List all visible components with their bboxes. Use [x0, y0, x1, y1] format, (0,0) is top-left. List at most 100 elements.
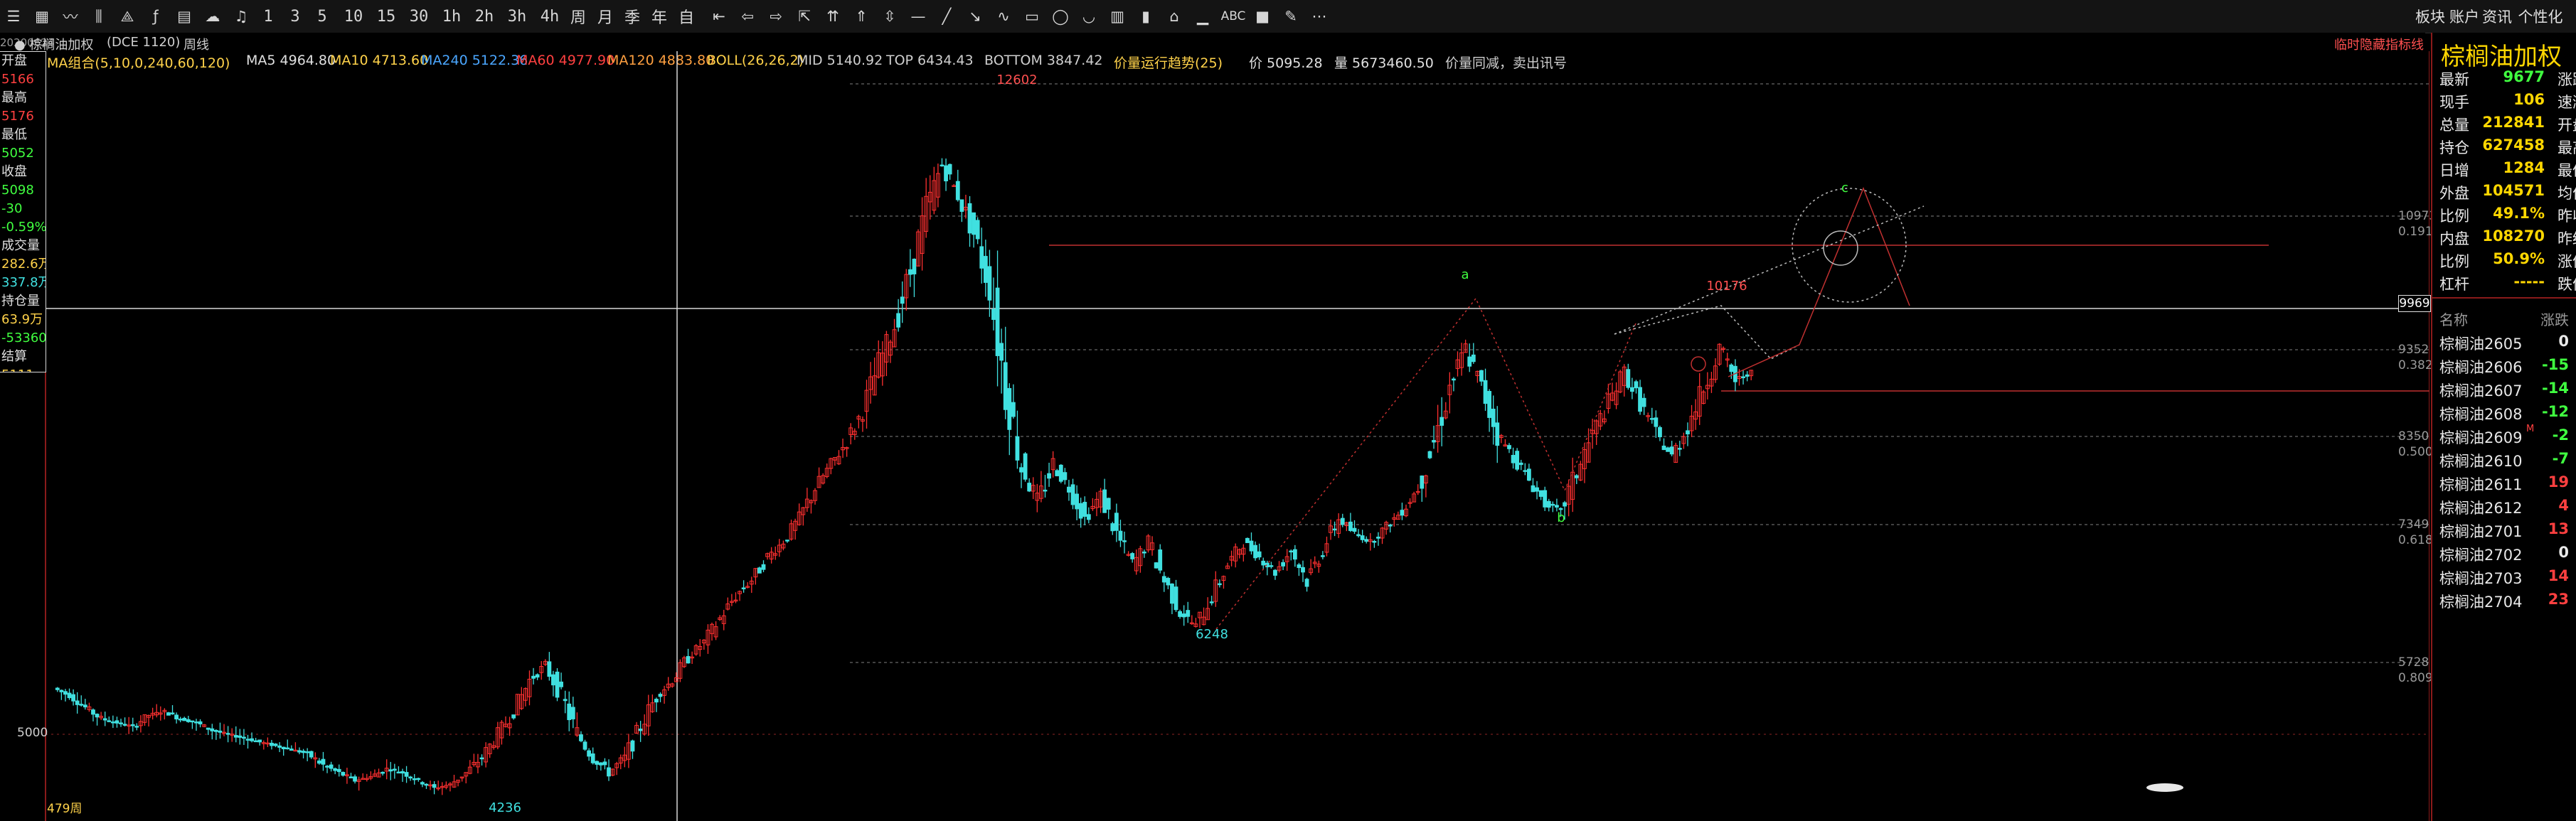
contract-row[interactable]: 棕榈油2609 M -2: [2438, 424, 2576, 449]
grid-tool-icon[interactable]: ▥: [1105, 6, 1129, 27]
expand-icon[interactable]: ⇱: [792, 6, 816, 27]
contract-row[interactable]: 棕榈油2703 14: [2438, 566, 2576, 589]
watermark-mark: [2146, 783, 2183, 792]
period-button-2[interactable]: 5: [312, 6, 333, 27]
contract-name: 棕榈油2702: [2439, 547, 2523, 564]
period-button-13[interactable]: 年: [649, 6, 670, 27]
candle-body: [71, 694, 75, 702]
grid-icon[interactable]: ▦: [30, 6, 54, 27]
period-button-10[interactable]: 周: [568, 6, 589, 27]
menu-icon[interactable]: ☰: [1, 6, 26, 27]
circle-icon[interactable]: ◯: [1048, 6, 1073, 27]
toolbar-link-1[interactable]: 账户: [2449, 6, 2479, 27]
toolbar-link-0[interactable]: 板块: [2415, 6, 2445, 27]
candle-body: [1043, 489, 1048, 492]
candle-body: [975, 220, 980, 240]
contract-row[interactable]: 棕榈油2607 -14: [2438, 378, 2576, 402]
text-abc-icon[interactable]: ABC: [1219, 6, 1247, 27]
arrow-right-icon[interactable]: ⇨: [764, 6, 788, 27]
period-button-7[interactable]: 2h: [469, 6, 499, 27]
more-icon[interactable]: ⋯: [1307, 6, 1331, 27]
period-button-14[interactable]: 自: [676, 6, 697, 27]
period-button-12[interactable]: 季: [622, 6, 643, 27]
bars-tool-icon[interactable]: ▮: [1134, 6, 1158, 27]
square-fill-icon[interactable]: ■: [1250, 6, 1274, 27]
candle-body: [273, 744, 278, 746]
bar-data-row-15: -53360: [1, 331, 46, 345]
erase-icon[interactable]: ✎: [1279, 6, 1303, 27]
period-button-8[interactable]: 3h: [502, 6, 532, 27]
arrow-tool-icon[interactable]: ↘: [963, 6, 987, 27]
candle-body: [1292, 549, 1297, 560]
candle-body: [122, 724, 127, 726]
toolbar-link-3[interactable]: 个性化: [2515, 6, 2566, 27]
arrow-left-icon[interactable]: ⇦: [735, 6, 760, 27]
contract-row[interactable]: 棕榈油2704 23: [2438, 589, 2576, 613]
contract-row[interactable]: 棕榈油2702 0: [2438, 542, 2576, 566]
quote-row-1: 现手 106 速涨: [2438, 90, 2576, 112]
up-icon[interactable]: ⇑: [849, 6, 873, 27]
line-tool-icon[interactable]: —: [906, 6, 930, 27]
formula-icon[interactable]: ƒ: [144, 6, 168, 27]
candle-body: [341, 771, 346, 776]
contract-row[interactable]: 棕榈油2608 -12: [2438, 402, 2576, 425]
candle-body: [547, 661, 552, 677]
candle-body: [1507, 445, 1511, 449]
candle-body: [1289, 550, 1294, 553]
candle-body: [257, 739, 262, 743]
collapse-left-icon[interactable]: ⇤: [707, 6, 731, 27]
bar-data-row-3: 5176: [1, 109, 34, 124]
cloud-icon[interactable]: ☁: [201, 6, 225, 27]
split-icon[interactable]: ⇳: [878, 6, 902, 27]
candle-body: [1003, 362, 1008, 410]
quote-label: 日增: [2439, 162, 2469, 179]
candle-body: [1086, 514, 1091, 520]
period-button-0[interactable]: 1: [257, 6, 279, 27]
contract-row[interactable]: 棕榈油2610 -7: [2438, 449, 2576, 472]
period-button-4[interactable]: 15: [371, 6, 401, 27]
double-up-icon[interactable]: ⇈: [821, 6, 845, 27]
quote-label-secondary: 涨停: [2558, 253, 2576, 270]
rect-icon[interactable]: ▭: [1020, 6, 1044, 27]
toolbar-link-2[interactable]: 资讯: [2482, 6, 2512, 27]
contract-row[interactable]: 棕榈油2612 4: [2438, 495, 2576, 519]
fan-icon[interactable]: ⟁: [115, 6, 139, 27]
period-button-11[interactable]: 月: [595, 6, 616, 27]
diagonal-icon[interactable]: ╱: [935, 6, 959, 27]
contract-row[interactable]: 棕榈油2606 -15: [2438, 355, 2576, 378]
contract-row[interactable]: 棕榈油2611 19: [2438, 472, 2576, 495]
trend-icon[interactable]: 〰: [58, 6, 83, 27]
bell-icon[interactable]: ♫: [229, 6, 253, 27]
histogram-icon[interactable]: ▁: [1191, 6, 1215, 27]
wave-icon[interactable]: ∿: [991, 6, 1016, 27]
change-column-header: 涨跌: [2540, 311, 2569, 328]
contract-change: -15: [2542, 356, 2569, 373]
period-button-6[interactable]: 1h: [437, 6, 467, 27]
ellipse-icon[interactable]: ◡: [1077, 6, 1101, 27]
chart-type-icon[interactable]: ▤: [172, 6, 196, 27]
contract-row[interactable]: 棕榈油2605 0: [2438, 331, 2576, 355]
house-icon[interactable]: ⌂: [1162, 6, 1186, 27]
price-chart[interactable]: 12602 4236 6248 10176 a b c: [0, 51, 2429, 821]
candle-body: [757, 567, 762, 574]
candle-body: [1526, 468, 1531, 481]
period-button-5[interactable]: 30: [404, 6, 434, 27]
candle-body: [400, 771, 405, 774]
candle-body: [999, 343, 1004, 361]
period-button-3[interactable]: 10: [339, 6, 368, 27]
candlestick-icon[interactable]: ⫼: [87, 6, 111, 27]
contract-change: -14: [2542, 380, 2569, 397]
candle-body: [1178, 611, 1183, 617]
candle-body: [658, 694, 663, 697]
period-button-1[interactable]: 3: [284, 6, 306, 27]
candle-body: [392, 768, 397, 771]
candle-body: [225, 733, 230, 735]
candle-body: [479, 757, 484, 760]
candle-body: [1491, 409, 1496, 427]
period-button-9[interactable]: 4h: [535, 6, 565, 27]
candle-body: [1558, 508, 1563, 510]
candle-body: [598, 762, 603, 766]
candle-body: [119, 722, 123, 724]
contract-row[interactable]: 棕榈油2701 13: [2438, 519, 2576, 542]
candle-body: [570, 707, 575, 719]
